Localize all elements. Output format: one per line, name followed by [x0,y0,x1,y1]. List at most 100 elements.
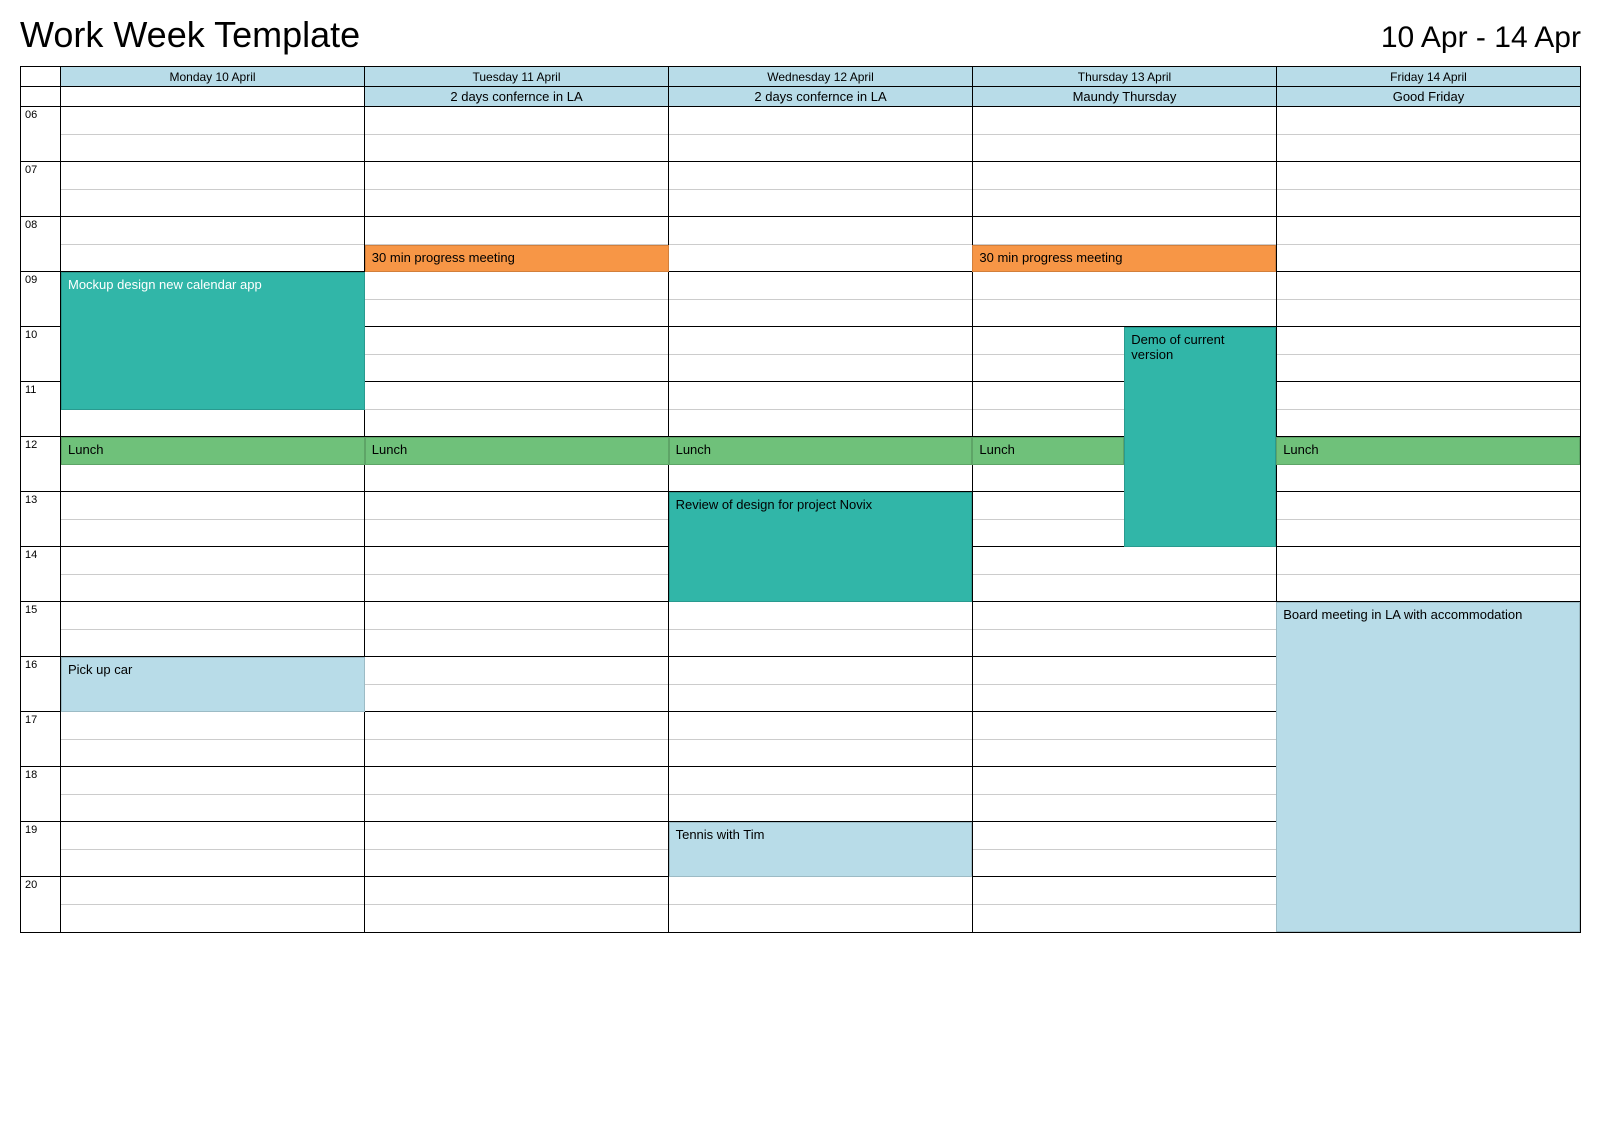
header: Work Week Template 10 Apr - 14 Apr [20,14,1581,56]
gutter-allday [21,87,61,107]
all-day-cell[interactable] [61,87,365,107]
time-cell[interactable] [365,272,669,327]
calendar-event[interactable]: Board meeting in LA with accommodation [1276,602,1580,932]
calendar-event[interactable]: 30 min progress meeting [972,245,1276,273]
time-cell[interactable] [365,712,669,767]
time-cell[interactable] [973,272,1277,327]
all-day-cell[interactable]: 2 days confernce in LA [365,87,669,107]
time-cell[interactable] [365,547,669,602]
time-cell[interactable] [1277,217,1580,272]
time-cell[interactable] [61,712,365,767]
hour-label: 16 [21,657,61,712]
time-cell[interactable] [669,107,973,162]
time-cell[interactable] [365,657,669,712]
hour-label: 18 [21,767,61,822]
time-cell[interactable] [973,822,1277,877]
time-cell[interactable] [973,712,1277,767]
hour-label: 15 [21,602,61,657]
time-cell[interactable] [61,877,365,932]
hour-label: 17 [21,712,61,767]
day-header[interactable]: Tuesday 11 April [365,67,669,87]
time-cell[interactable] [61,547,365,602]
time-cell[interactable] [1277,382,1580,437]
hour-label: 07 [21,162,61,217]
day-header[interactable]: Monday 10 April [61,67,365,87]
time-cell[interactable] [61,767,365,822]
time-cell[interactable] [61,162,365,217]
time-cell[interactable] [973,767,1277,822]
hour-label: 20 [21,877,61,932]
calendar-event[interactable]: Tennis with Tim [669,822,973,877]
time-cell[interactable] [669,272,973,327]
time-cell[interactable] [365,492,669,547]
time-cell[interactable] [1277,327,1580,382]
time-cell[interactable] [669,217,973,272]
hour-label: 14 [21,547,61,602]
all-day-cell[interactable]: Good Friday [1277,87,1580,107]
day-header-row: Monday 10 April Tuesday 11 April Wednesd… [21,67,1580,87]
time-cell[interactable] [1277,492,1580,547]
hour-row: 08 [21,217,1580,272]
time-cell[interactable] [365,602,669,657]
day-header[interactable]: Wednesday 12 April [669,67,973,87]
calendar-event[interactable]: Lunch [61,437,365,465]
hour-label: 11 [21,382,61,437]
time-cell[interactable] [669,382,973,437]
time-cell[interactable] [61,492,365,547]
calendar-event[interactable]: Review of design for project Novix [669,492,973,602]
hour-label: 13 [21,492,61,547]
time-cell[interactable] [669,162,973,217]
time-cell[interactable] [973,162,1277,217]
calendar-event[interactable]: Mockup design new calendar app [61,272,365,410]
date-range: 10 Apr - 14 Apr [1381,21,1581,55]
time-cell[interactable] [365,382,669,437]
time-cell[interactable] [973,877,1277,932]
calendar-event[interactable]: 30 min progress meeting [365,245,669,273]
calendar-event[interactable]: Pick up car [61,657,365,712]
calendar: Monday 10 April Tuesday 11 April Wednesd… [20,66,1581,933]
time-cell[interactable] [365,767,669,822]
hour-row: 07 [21,162,1580,217]
calendar-page: Work Week Template 10 Apr - 14 Apr Monda… [0,0,1601,953]
time-cell[interactable] [61,217,365,272]
calendar-event[interactable]: Demo of current version [1124,327,1276,547]
calendar-event[interactable]: Lunch [1276,437,1580,465]
day-header[interactable]: Thursday 13 April [973,67,1277,87]
time-cell[interactable] [365,162,669,217]
time-cell[interactable] [973,602,1277,657]
time-cell[interactable] [1277,547,1580,602]
all-day-cell[interactable]: Maundy Thursday [973,87,1277,107]
time-cell[interactable] [669,657,973,712]
gutter-corner [21,67,61,87]
time-grid: 060708091011121314151617181920 30 min pr… [21,107,1580,932]
calendar-event[interactable]: Lunch [365,437,669,465]
hour-label: 10 [21,327,61,382]
time-cell[interactable] [973,657,1277,712]
time-cell[interactable] [365,877,669,932]
time-cell[interactable] [1277,107,1580,162]
all-day-cell[interactable]: 2 days confernce in LA [669,87,973,107]
time-cell[interactable] [365,822,669,877]
calendar-event[interactable]: Lunch [972,437,1124,465]
time-cell[interactable] [1277,162,1580,217]
time-cell[interactable] [61,602,365,657]
hour-label: 09 [21,272,61,327]
day-header[interactable]: Friday 14 April [1277,67,1580,87]
time-cell[interactable] [669,327,973,382]
page-title: Work Week Template [20,14,360,56]
hour-label: 08 [21,217,61,272]
time-cell[interactable] [669,602,973,657]
time-cell[interactable] [669,877,973,932]
time-cell[interactable] [1277,272,1580,327]
time-cell[interactable] [365,327,669,382]
time-cell[interactable] [669,712,973,767]
hour-label: 06 [21,107,61,162]
time-cell[interactable] [973,107,1277,162]
time-cell[interactable] [365,107,669,162]
time-cell[interactable] [973,547,1277,602]
time-cell[interactable] [61,822,365,877]
calendar-event[interactable]: Lunch [669,437,973,465]
time-cell[interactable] [61,107,365,162]
time-cell[interactable] [669,767,973,822]
hour-label: 19 [21,822,61,877]
